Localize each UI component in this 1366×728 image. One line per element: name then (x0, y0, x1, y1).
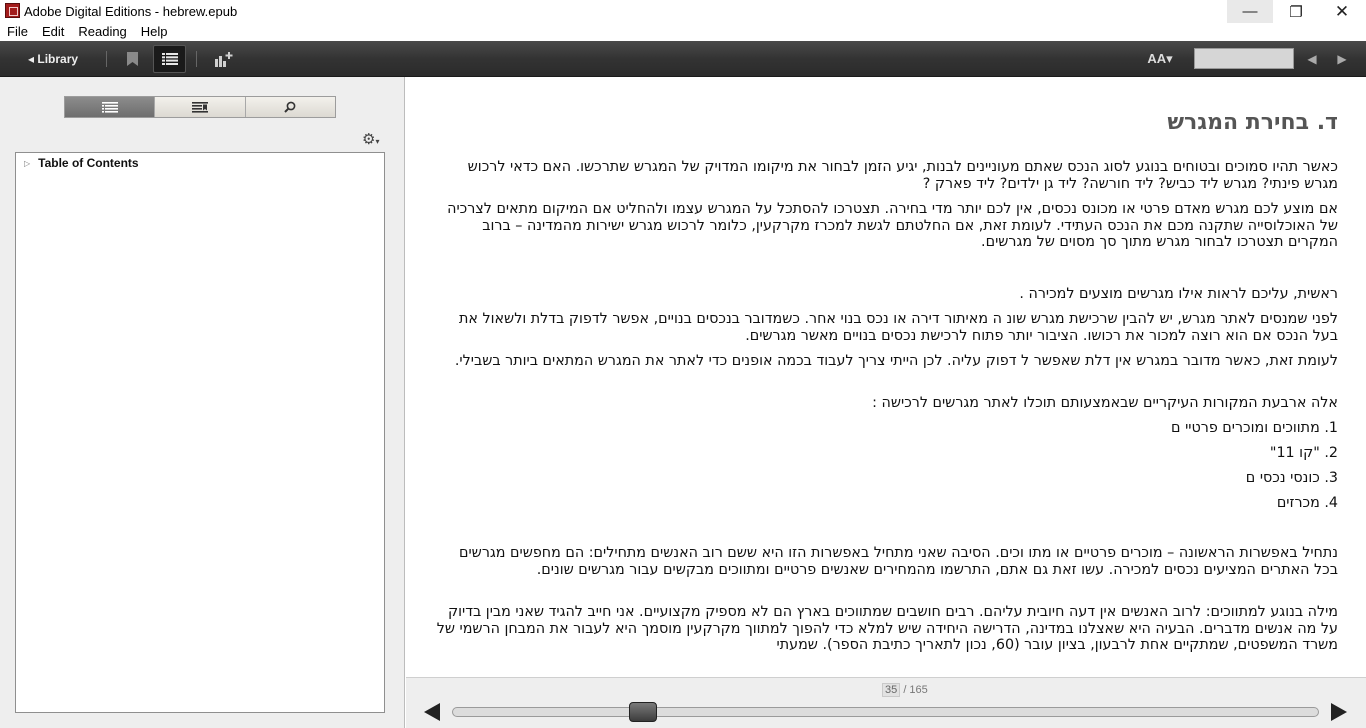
paragraph: ראשית, עליכם לראות אילו מגרשים מוצעים למ… (1019, 286, 1338, 302)
chevron-down-icon: ▾ (375, 137, 380, 146)
page-number-input[interactable] (1194, 48, 1294, 69)
paragraph: מילה בנוגע למתווכים: לרוב האנשים אין דעה… (436, 604, 1338, 654)
toolbar-divider (196, 51, 197, 67)
previous-page-arrow-icon[interactable] (424, 703, 440, 721)
library-button[interactable]: ◂ Library (28, 41, 78, 77)
gear-icon[interactable]: ⚙▾ (362, 130, 379, 148)
toc-icon (101, 101, 118, 113)
menu-bar: File Edit Reading Help (0, 23, 1366, 41)
toc-tree: ▷ Table of Contents (15, 152, 385, 713)
toc-toggle-button[interactable] (153, 45, 186, 73)
page-counter: 35 / 165 (882, 683, 928, 697)
app-logo-icon (5, 3, 20, 18)
paragraph: נתחיל באפשרות הראשונה – מוכרים פרטיים או… (459, 545, 1338, 578)
expand-triangle-icon[interactable]: ▷ (24, 159, 30, 168)
toc-item-root[interactable]: ▷ Table of Contents (24, 156, 139, 170)
list-item: 4. מכרזים (1276, 495, 1338, 511)
bookmark-icon[interactable] (124, 41, 140, 77)
list-item: 3. כונסי נכסי ם (1245, 470, 1338, 486)
font-size-button[interactable]: AA▾ (1146, 41, 1174, 77)
previous-page-icon[interactable]: ◀ (1302, 41, 1322, 77)
chart-add-icon[interactable] (212, 41, 236, 77)
tab-table-of-contents[interactable] (65, 97, 156, 117)
toc-item-label: Table of Contents (38, 156, 139, 170)
title-bar: Adobe Digital Editions - hebrew.epub — ❐… (0, 0, 1366, 23)
menu-edit[interactable]: Edit (35, 23, 71, 41)
bookmarks-icon (191, 101, 208, 113)
reading-pane: ד. בחירת המגרש כאשר תהיו סמוכים ובטוחים … (406, 77, 1366, 677)
maximize-button[interactable]: ❐ (1273, 0, 1319, 23)
paragraph: אם מוצע לכם מגרש מאדם פרטי או מכונס נכסי… (447, 201, 1338, 251)
paragraph: כאשר תהיו סמוכים ובטוחים בנוגע לסוג הנכס… (467, 159, 1338, 192)
minimize-button[interactable]: — (1227, 0, 1273, 23)
menu-help[interactable]: Help (134, 23, 175, 41)
toolbar-divider (106, 51, 107, 67)
list-icon (161, 53, 178, 65)
search-icon (284, 101, 296, 113)
tab-bookmarks[interactable] (155, 97, 246, 117)
page-navigation-bar: 35 / 165 (406, 677, 1366, 728)
current-page-number[interactable]: 35 (882, 683, 901, 697)
next-page-icon[interactable]: ▶ (1332, 41, 1352, 77)
total-pages: / 165 (903, 684, 928, 696)
chapter-heading: ד. בחירת המגרש (1167, 110, 1338, 135)
paragraph: לפני שמנסים לאתר מגרש, יש להבין שרכישת מ… (458, 311, 1338, 344)
window-title: Adobe Digital Editions - hebrew.epub (24, 4, 238, 19)
list-item: 1. מתווכים ומוכרים פרטיי ם (1171, 420, 1338, 436)
paragraph: אלה ארבעת המקורות העיקריים שבאמצעותם תוכ… (872, 395, 1338, 411)
menu-reading[interactable]: Reading (71, 23, 133, 41)
navigation-panel: ⚙▾ ▷ Table of Contents (0, 77, 405, 728)
toolbar: ◂ Library AA▾ ◀ ▶ (0, 41, 1366, 77)
list-item: 2. "קו 11" (1269, 445, 1338, 461)
close-button[interactable]: ✕ (1319, 0, 1365, 23)
tab-search[interactable] (245, 97, 335, 117)
page-slider-track[interactable] (452, 702, 1319, 722)
panel-tab-group (64, 96, 336, 118)
paragraph: לעומת זאת, כאשר מדובר במגרש אין דלת שאפש… (454, 353, 1338, 369)
menu-file[interactable]: File (0, 23, 35, 41)
next-page-arrow-icon[interactable] (1331, 703, 1347, 721)
page-slider-thumb[interactable] (629, 702, 657, 722)
